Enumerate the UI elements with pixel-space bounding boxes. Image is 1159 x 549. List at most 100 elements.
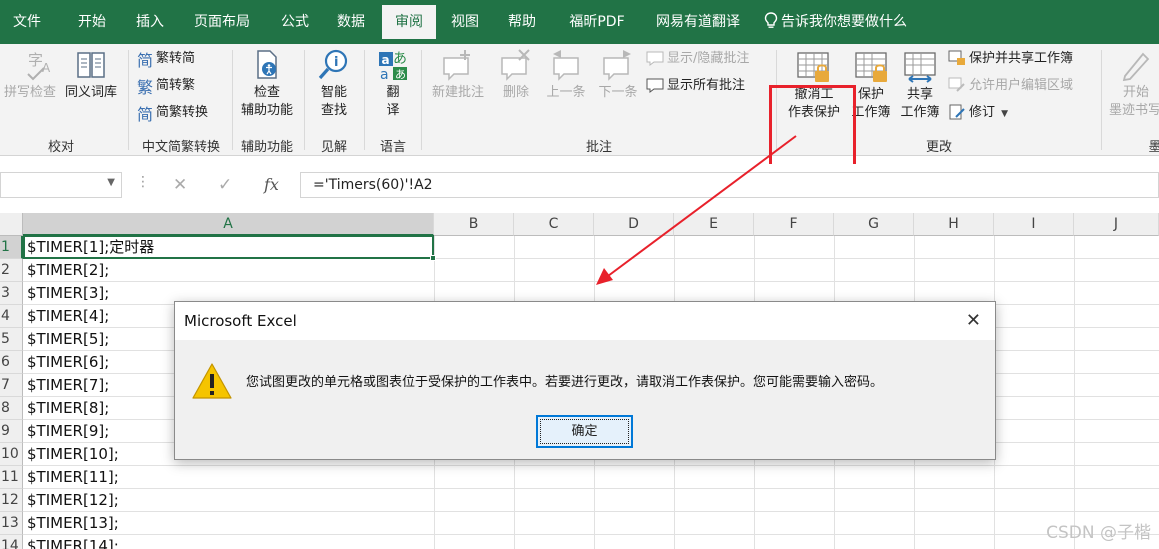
row-header[interactable]: 10 [0,443,23,466]
group-label-insights: 见解 [320,140,347,155]
cell-a[interactable]: $TIMER[12]; [27,489,119,512]
tab-file[interactable]: 文件 [0,5,54,39]
cell-a[interactable]: $TIMER[11]; [27,466,119,489]
column-header-g[interactable]: G [834,213,914,236]
cell-a[interactable]: $TIMER[5]; [27,328,109,351]
insert-function-icon[interactable]: fx [264,172,279,198]
group-label-ink: 墨 [1148,140,1159,155]
row-header[interactable]: 3 [0,282,23,305]
column-header-h[interactable]: H [914,213,994,236]
next-comment-button[interactable]: 下一条 [593,48,643,102]
tab-page-layout[interactable]: 页面布局 [182,5,262,39]
column-header-e[interactable]: E [674,213,754,236]
translate-line2: 译 [386,103,400,118]
focus-ring [540,419,629,444]
share-workbook-button[interactable]: 共享 工作簿 [897,50,943,122]
tab-data[interactable]: 数据 [324,5,378,39]
row-header[interactable]: 6 [0,351,23,374]
cell-a[interactable]: $TIMER[4]; [27,305,109,328]
dialog-titlebar: Microsoft Excel ✕ [175,302,995,340]
column-header-f[interactable]: F [754,213,834,236]
show-hide-comment-button[interactable]: 显示/隐藏批注 [646,48,749,70]
column-header-c[interactable]: C [514,213,594,236]
row-header[interactable]: 14 [0,535,23,549]
formula-input[interactable]: ='Timers(60)'!A2 [300,172,1159,198]
row-header[interactable]: 4 [0,305,23,328]
cell-a[interactable]: $TIMER[8]; [27,397,109,420]
column-header-i[interactable]: I [994,213,1074,236]
row-header[interactable]: 1 [0,236,23,259]
dialog-message: 您试图更改的单元格或图表位于受保护的工作表中。若要进行更改，请取消工作表保护。您… [246,375,884,390]
tab-foxit-pdf[interactable]: 福昕PDF [556,5,638,39]
row-header[interactable]: 2 [0,259,23,282]
row-header[interactable]: 11 [0,466,23,489]
enter-formula-icon[interactable]: ✓ [218,172,232,198]
ribbon-review: 字 A 拼写检查 同义词库 校对 简繁转简 繁简转繁 简简繁转换 中文简繁转换 … [0,44,1159,177]
cell-a[interactable]: $TIMER[7]; [27,374,109,397]
spelling-button[interactable]: 字 A 拼写检查 [0,48,56,102]
trad-to-simp-button[interactable]: 简繁转简 [137,48,195,70]
show-hide-comment-icon [646,51,664,66]
tell-me-box[interactable]: 告诉我你想要做什么 [764,5,907,39]
check-accessibility-button[interactable]: 检查 辅助功能 [234,48,300,120]
tab-youdao-translate[interactable]: 网易有道翻译 [642,5,754,39]
row-gridline [23,511,1159,512]
show-all-comments-button[interactable]: 显示所有批注 [646,75,745,97]
cell-a[interactable]: $TIMER[10]; [27,443,119,466]
cell-a[interactable]: $TIMER[14]; [27,535,119,549]
tab-review[interactable]: 审阅 [382,5,436,39]
group-label-language: 语言 [379,140,406,155]
cell-a[interactable]: $TIMER[13]; [27,512,119,535]
tab-view[interactable]: 视图 [438,5,492,39]
track-changes-icon [949,104,965,120]
select-all-corner[interactable] [0,213,23,236]
next-comment-label: 下一条 [598,85,638,100]
tab-help[interactable]: 帮助 [494,5,550,39]
trad-char-icon: 简 [137,51,154,70]
translate-button[interactable]: a あ a あ 翻 译 [368,48,418,120]
cell-a[interactable]: $TIMER[3]; [27,282,109,305]
close-icon[interactable]: ✕ [966,310,981,331]
cancel-formula-icon[interactable]: ✕ [173,172,187,198]
cell-a[interactable]: $TIMER[6]; [27,351,109,374]
group-separator [1101,50,1102,150]
smart-lookup-button[interactable]: i 智能 查找 [309,48,359,120]
chinese-convert-button[interactable]: 简简繁转换 [137,102,208,124]
column-header-d[interactable]: D [594,213,674,236]
row-header[interactable]: 9 [0,420,23,443]
cell-a[interactable]: $TIMER[9]; [27,420,109,443]
column-header-j[interactable]: J [1074,213,1159,236]
start-inking-button[interactable]: 开始 墨迹书写 [1105,48,1159,120]
ok-button[interactable]: 确定 [536,415,633,448]
protect-workbook-line2: 工作簿 [851,105,891,120]
cell-a[interactable]: $TIMER[2]; [27,259,109,282]
row-header[interactable]: 5 [0,328,23,351]
tab-formulas[interactable]: 公式 [268,5,322,39]
thesaurus-button[interactable]: 同义词库 [60,48,122,102]
tab-home[interactable]: 开始 [64,5,120,39]
previous-comment-label: 上一条 [546,85,586,100]
row-header[interactable]: 12 [0,489,23,512]
track-changes-button[interactable]: 修订 ▼ [948,102,1008,124]
svg-text:字: 字 [28,51,43,69]
delete-comment-button[interactable]: 删除 [494,48,538,102]
fill-handle[interactable] [430,255,436,261]
row-header[interactable]: 8 [0,397,23,420]
name-box[interactable]: ▼ [0,172,122,198]
new-comment-button[interactable]: 新建批注 [425,48,491,102]
column-header-b[interactable]: B [434,213,514,236]
delete-comment-label: 删除 [502,85,529,100]
column-header-a[interactable]: A [23,213,434,236]
ribbon-tab-bar: 文件 开始 插入 页面布局 公式 数据 审阅 视图 帮助 福昕PDF 网易有道翻… [0,0,1159,44]
tab-insert[interactable]: 插入 [122,5,178,39]
protect-workbook-icon [855,52,887,82]
column-gridline [1074,236,1075,549]
previous-comment-button[interactable]: 上一条 [541,48,591,102]
share-workbook-line1: 共享 [906,87,933,102]
protect-and-share-button[interactable]: 保护并共享工作簿 [948,48,1073,70]
simp-to-trad-button[interactable]: 繁简转繁 [137,75,195,97]
allow-edit-ranges-button[interactable]: 允许用户编辑区域 [948,75,1073,97]
dialog-title: Microsoft Excel [184,312,297,330]
row-header[interactable]: 13 [0,512,23,535]
row-header[interactable]: 7 [0,374,23,397]
